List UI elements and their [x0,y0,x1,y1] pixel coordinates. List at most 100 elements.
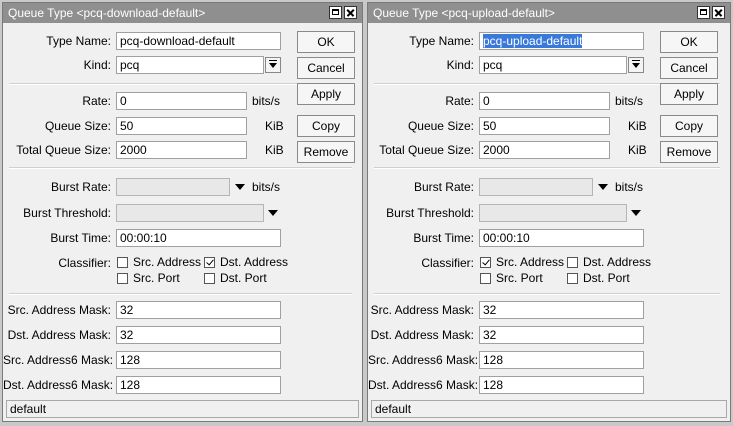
src-address-mask-input[interactable]: 32 [116,301,281,319]
type-name-selected-text: pcq-upload-default [483,34,583,48]
queue-size-input[interactable]: 50 [479,117,610,135]
src-address-checkbox-label: Src. Address [133,255,202,269]
maximize-icon[interactable] [697,6,710,19]
total-queue-size-input[interactable]: 2000 [116,141,247,159]
dst-address-checkbox-label: Dst. Address [220,255,289,269]
dst-address-checkbox-label: Dst. Address [583,255,652,269]
kind-select[interactable]: pcq [116,56,264,74]
queue-size-label: Queue Size: [44,119,111,133]
rate-input[interactable]: 0 [479,92,610,110]
ok-button[interactable]: OK [297,31,355,53]
rate-input[interactable]: 0 [116,92,247,110]
copy-button[interactable]: Copy [297,115,355,137]
divider [9,167,352,169]
copy-button[interactable]: Copy [660,115,718,137]
queue-size-unit: KiB [265,119,284,133]
total-queue-size-input[interactable]: 2000 [479,141,610,159]
src-address6-mask-input[interactable]: 128 [116,351,281,369]
burst-rate-unit: bits/s [252,180,281,194]
divider [374,293,720,295]
dst-port-checkbox-label: Dst. Port [583,271,630,285]
burst-rate-unit: bits/s [615,180,644,194]
window-title: Queue Type <pcq-upload-default> [373,6,555,20]
title-bar[interactable]: Queue Type <pcq-upload-default> [368,3,730,23]
type-name-input[interactable]: pcq-upload-default [479,32,644,50]
remove-button[interactable]: Remove [297,141,355,163]
src-port-checkbox-label: Src. Port [133,271,180,285]
total-queue-size-label: Total Queue Size: [16,143,111,157]
queue-size-unit: KiB [628,119,647,133]
dst-address-mask-input[interactable]: 32 [479,326,644,344]
src-address-mask-label: Src. Address Mask: [370,303,474,317]
rate-unit: bits/s [252,94,281,108]
chevron-down-icon[interactable] [628,57,644,73]
src-address-checkbox-label: Src. Address [496,255,565,269]
dst-address-mask-label: Dst. Address Mask: [7,328,111,342]
type-name-label: Type Name: [409,34,474,48]
src-address-checkbox[interactable] [480,257,491,268]
type-name-input[interactable]: pcq-download-default [116,32,281,50]
burst-rate-label: Burst Rate: [50,180,111,194]
src-address6-mask-label: Src. Address6 Mask: [3,353,114,367]
burst-threshold-label: Burst Threshold: [23,206,111,220]
src-port-checkbox[interactable] [480,273,491,284]
maximize-icon[interactable] [329,6,342,19]
src-port-checkbox-label: Src. Port [496,271,543,285]
classifier-label: Classifier: [421,256,474,270]
burst-rate-input[interactable] [116,178,230,196]
dst-address-mask-input[interactable]: 32 [116,326,281,344]
chevron-down-icon[interactable] [598,184,608,190]
chevron-down-icon[interactable] [235,184,245,190]
apply-button[interactable]: Apply [660,83,718,105]
dst-port-checkbox[interactable] [567,273,578,284]
queue-size-input[interactable]: 50 [116,117,247,135]
queue-type-window-download: Queue Type <pcq-download-default> Type N… [2,2,363,422]
dst-address6-mask-label: Dst. Address6 Mask: [368,378,479,392]
dst-address-checkbox[interactable] [204,257,215,268]
chevron-down-icon[interactable] [631,210,641,216]
dst-port-checkbox-label: Dst. Port [220,271,267,285]
src-port-checkbox[interactable] [117,273,128,284]
burst-rate-label: Burst Rate: [413,180,474,194]
total-queue-size-label: Total Queue Size: [379,143,474,157]
dst-port-checkbox[interactable] [204,273,215,284]
title-bar[interactable]: Queue Type <pcq-download-default> [3,3,362,23]
kind-label: Kind: [83,58,111,72]
src-address-mask-input[interactable]: 32 [479,301,644,319]
close-icon[interactable] [344,6,357,19]
burst-threshold-input[interactable] [479,204,627,222]
chevron-down-icon[interactable] [268,210,278,216]
src-address6-mask-label: Src. Address6 Mask: [368,353,479,367]
burst-time-input[interactable]: 00:00:10 [479,229,644,247]
burst-time-label: Burst Time: [50,231,111,245]
queue-type-window-upload: Queue Type <pcq-upload-default> Type Nam… [367,2,731,422]
status-bar: default [371,400,727,418]
classifier-label: Classifier: [58,256,111,270]
kind-select[interactable]: pcq [479,56,627,74]
burst-threshold-label: Burst Threshold: [386,206,474,220]
remove-button[interactable]: Remove [660,141,718,163]
dst-address-mask-label: Dst. Address Mask: [370,328,474,342]
kind-label: Kind: [446,58,474,72]
dst-address6-mask-input[interactable]: 128 [116,376,281,394]
dst-address6-mask-input[interactable]: 128 [479,376,644,394]
window-title: Queue Type <pcq-download-default> [8,6,206,20]
dst-address-checkbox[interactable] [567,257,578,268]
src-address6-mask-input[interactable]: 128 [479,351,644,369]
total-queue-size-unit: KiB [628,143,647,157]
burst-rate-input[interactable] [479,178,593,196]
src-address-checkbox[interactable] [117,257,128,268]
cancel-button[interactable]: Cancel [297,57,355,79]
chevron-down-icon[interactable] [265,57,281,73]
ok-button[interactable]: OK [660,31,718,53]
dst-address6-mask-label: Dst. Address6 Mask: [3,378,114,392]
close-icon[interactable] [712,6,725,19]
burst-threshold-input[interactable] [116,204,264,222]
burst-time-input[interactable]: 00:00:10 [116,229,281,247]
type-name-label: Type Name: [46,34,111,48]
total-queue-size-unit: KiB [265,143,284,157]
apply-button[interactable]: Apply [297,83,355,105]
divider [374,167,720,169]
cancel-button[interactable]: Cancel [660,57,718,79]
rate-label: Rate: [82,94,111,108]
